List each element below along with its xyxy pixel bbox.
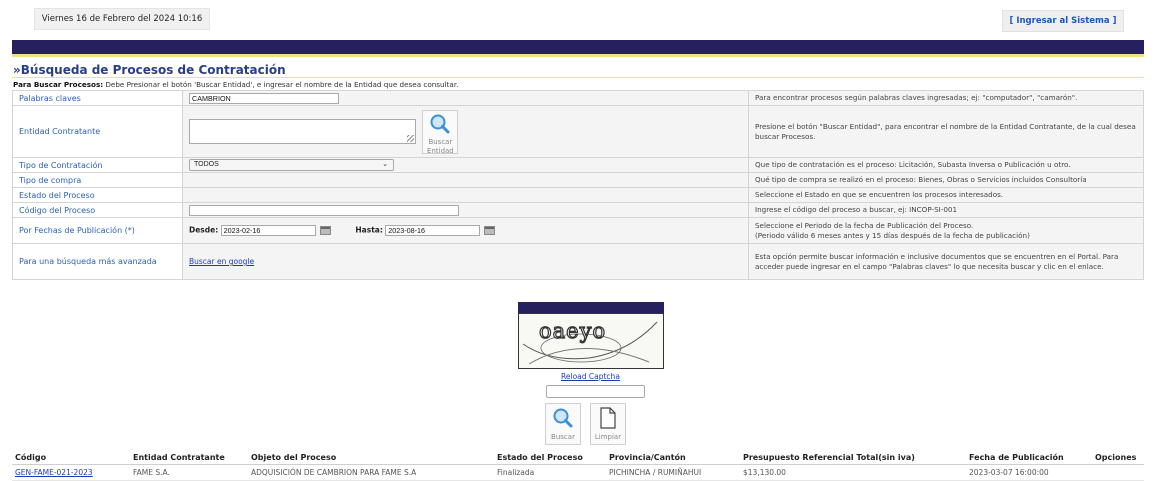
from-date-input[interactable]: 2023-02-16	[220, 225, 316, 236]
col-state: Estado del Proceso	[494, 451, 606, 465]
captcha-text: oaeyo	[539, 319, 606, 343]
col-date: Fecha de Publicación	[966, 451, 1092, 465]
dates-cell: Desde: 2023-02-16 Hasta: 2023-08-16	[182, 217, 749, 244]
contract-type-help: Que tipo de contratación es el proceso: …	[748, 157, 1144, 173]
from-label: Desde:	[189, 225, 219, 235]
purchase-type-label: Tipo de compra	[12, 172, 183, 188]
captcha-input[interactable]	[546, 385, 645, 398]
clear-button[interactable]: Limpiar	[590, 403, 626, 445]
dates-help-line-1: Seleccione el Periodo de la fecha de Pub…	[755, 220, 974, 230]
row-options	[1092, 464, 1144, 481]
advanced-help: Esta opción permite buscar información e…	[748, 243, 1144, 280]
process-state-cell	[182, 187, 749, 203]
process-state-label: Estado del Proceso	[12, 187, 183, 203]
contract-type-value: TODOS	[194, 161, 219, 168]
keywords-label: Palabras claves	[12, 90, 183, 106]
to-date-input[interactable]: 2023-08-16	[385, 225, 481, 236]
col-code: Código	[12, 451, 130, 465]
row-date: 2023-03-07 16:00:00	[966, 464, 1092, 481]
contract-type-select[interactable]: TODOS ⌄	[189, 159, 394, 171]
contract-type-cell: TODOS ⌄	[182, 157, 749, 173]
instructions: Para Buscar Procesos: Debe Presionar el …	[13, 80, 458, 89]
entity-textarea[interactable]	[189, 119, 416, 144]
process-code-label: Código del Proceso	[12, 202, 183, 218]
row-location: PICHINCHA / RUMIÑAHUI	[606, 464, 740, 481]
magnifier-icon	[430, 114, 450, 133]
process-code-cell	[182, 202, 749, 218]
row-code-cell: GEN-FAME-021-2023	[12, 464, 130, 481]
instructions-label: Para Buscar Procesos:	[13, 80, 104, 89]
header-bar-accent	[12, 54, 1144, 57]
row-dates: Por Fechas de Publicación (*) Desde: 202…	[12, 217, 1144, 244]
captcha-header-bar	[518, 302, 664, 313]
purchase-type-cell	[182, 172, 749, 188]
reload-captcha-link[interactable]: Reload Captcha	[561, 372, 620, 381]
resize-grip-icon[interactable]	[407, 135, 414, 142]
chevron-down-icon: ⌄	[382, 161, 388, 168]
advanced-label: Para una búsqueda más avanzada	[12, 243, 183, 280]
col-location: Provincia/Cantón	[606, 451, 740, 465]
magnifier-icon	[553, 408, 573, 428]
row-contract-type: Tipo de Contratación TODOS ⌄ Que tipo de…	[12, 157, 1144, 173]
col-object: Objeto del Proceso	[248, 451, 494, 465]
entity-label: Entidad Contratante	[12, 105, 183, 158]
search-entity-label-1: Buscar	[428, 137, 453, 146]
row-advanced: Para una búsqueda más avanzada Buscar en…	[12, 243, 1144, 280]
keywords-input[interactable]: CAMBRION	[189, 92, 339, 104]
captcha-image: oaeyo	[518, 313, 664, 369]
row-entity: Entidad Contratante Buscar Entidad Presi…	[12, 105, 1144, 158]
results-header: Código Entidad Contratante Objeto del Pr…	[12, 451, 1144, 465]
row-process-code: Código del Proceso Ingrese el código del…	[12, 202, 1144, 218]
process-code-link[interactable]: GEN-FAME-021-2023	[15, 468, 93, 477]
dates-help-line-2: (Periodo válido 6 meses antes y 15 días …	[755, 230, 1030, 240]
col-options: Opciones	[1092, 451, 1144, 465]
table-row: GEN-FAME-021-2023 FAME S.A. ADQUISICIÓN …	[12, 464, 1144, 481]
to-label: Hasta:	[355, 225, 383, 235]
row-entity: FAME S.A.	[130, 464, 248, 481]
search-form: Palabras claves CAMBRION Para encontrar …	[12, 90, 1144, 280]
calendar-icon[interactable]	[319, 226, 331, 235]
row-process-state: Estado del Proceso Seleccione el Estado …	[12, 187, 1144, 203]
clear-button-label: Limpiar	[594, 433, 622, 441]
col-budget: Presupuesto Referencial Total(sin iva)	[740, 451, 966, 465]
entity-help: Presione el botón "Buscar Entidad", para…	[748, 105, 1144, 158]
row-purchase-type: Tipo de compra Qué tipo de compra se rea…	[12, 172, 1144, 188]
current-date: Viernes 16 de Febrero del 2024 10:16	[34, 8, 210, 30]
advanced-cell: Buscar en google	[182, 243, 749, 280]
col-entity: Entidad Contratante	[130, 451, 248, 465]
captcha-drawing: oaeyo	[522, 318, 658, 365]
contract-type-label: Tipo de Contratación	[12, 157, 183, 173]
row-keywords: Palabras claves CAMBRION Para encontrar …	[12, 90, 1144, 106]
search-entity-button[interactable]: Buscar Entidad	[422, 109, 459, 155]
calendar-icon[interactable]	[484, 226, 496, 235]
search-entity-label-2: Entidad	[427, 146, 454, 155]
blank-document-icon	[600, 407, 616, 429]
dates-help: Seleccione el Periodo de la fecha de Pub…	[748, 217, 1144, 244]
keywords-help: Para encontrar procesos según palabras c…	[748, 90, 1144, 106]
title-divider	[12, 77, 1144, 78]
google-search-link[interactable]: Buscar en google	[189, 257, 254, 266]
search-button[interactable]: Buscar	[545, 403, 581, 445]
keywords-cell: CAMBRION	[182, 90, 749, 106]
instructions-text: Debe Presionar el botón 'Buscar Entidad'…	[103, 80, 459, 89]
purchase-type-help: Qué tipo de compra se realizó en el proc…	[748, 172, 1144, 188]
row-object: ADQUISICIÓN DE CAMBRION PARA FAME S.A	[248, 464, 494, 481]
page-title: »Búsqueda de Procesos de Contratación	[13, 63, 286, 77]
header-bar	[12, 40, 1144, 54]
entity-cell: Buscar Entidad	[182, 105, 749, 158]
process-state-help: Seleccione el Estado en que se encuentre…	[748, 187, 1144, 203]
row-state: Finalizada	[494, 464, 606, 481]
search-button-label: Buscar	[551, 433, 575, 441]
process-code-help: Ingrese el código del proceso a buscar, …	[748, 202, 1144, 218]
login-link[interactable]: [ Ingresar al Sistema ]	[1002, 10, 1124, 32]
results-table: Código Entidad Contratante Objeto del Pr…	[12, 451, 1144, 481]
row-budget: $13,130.00	[740, 464, 966, 481]
dates-label: Por Fechas de Publicación (*)	[12, 217, 183, 244]
process-code-input[interactable]	[189, 204, 459, 216]
